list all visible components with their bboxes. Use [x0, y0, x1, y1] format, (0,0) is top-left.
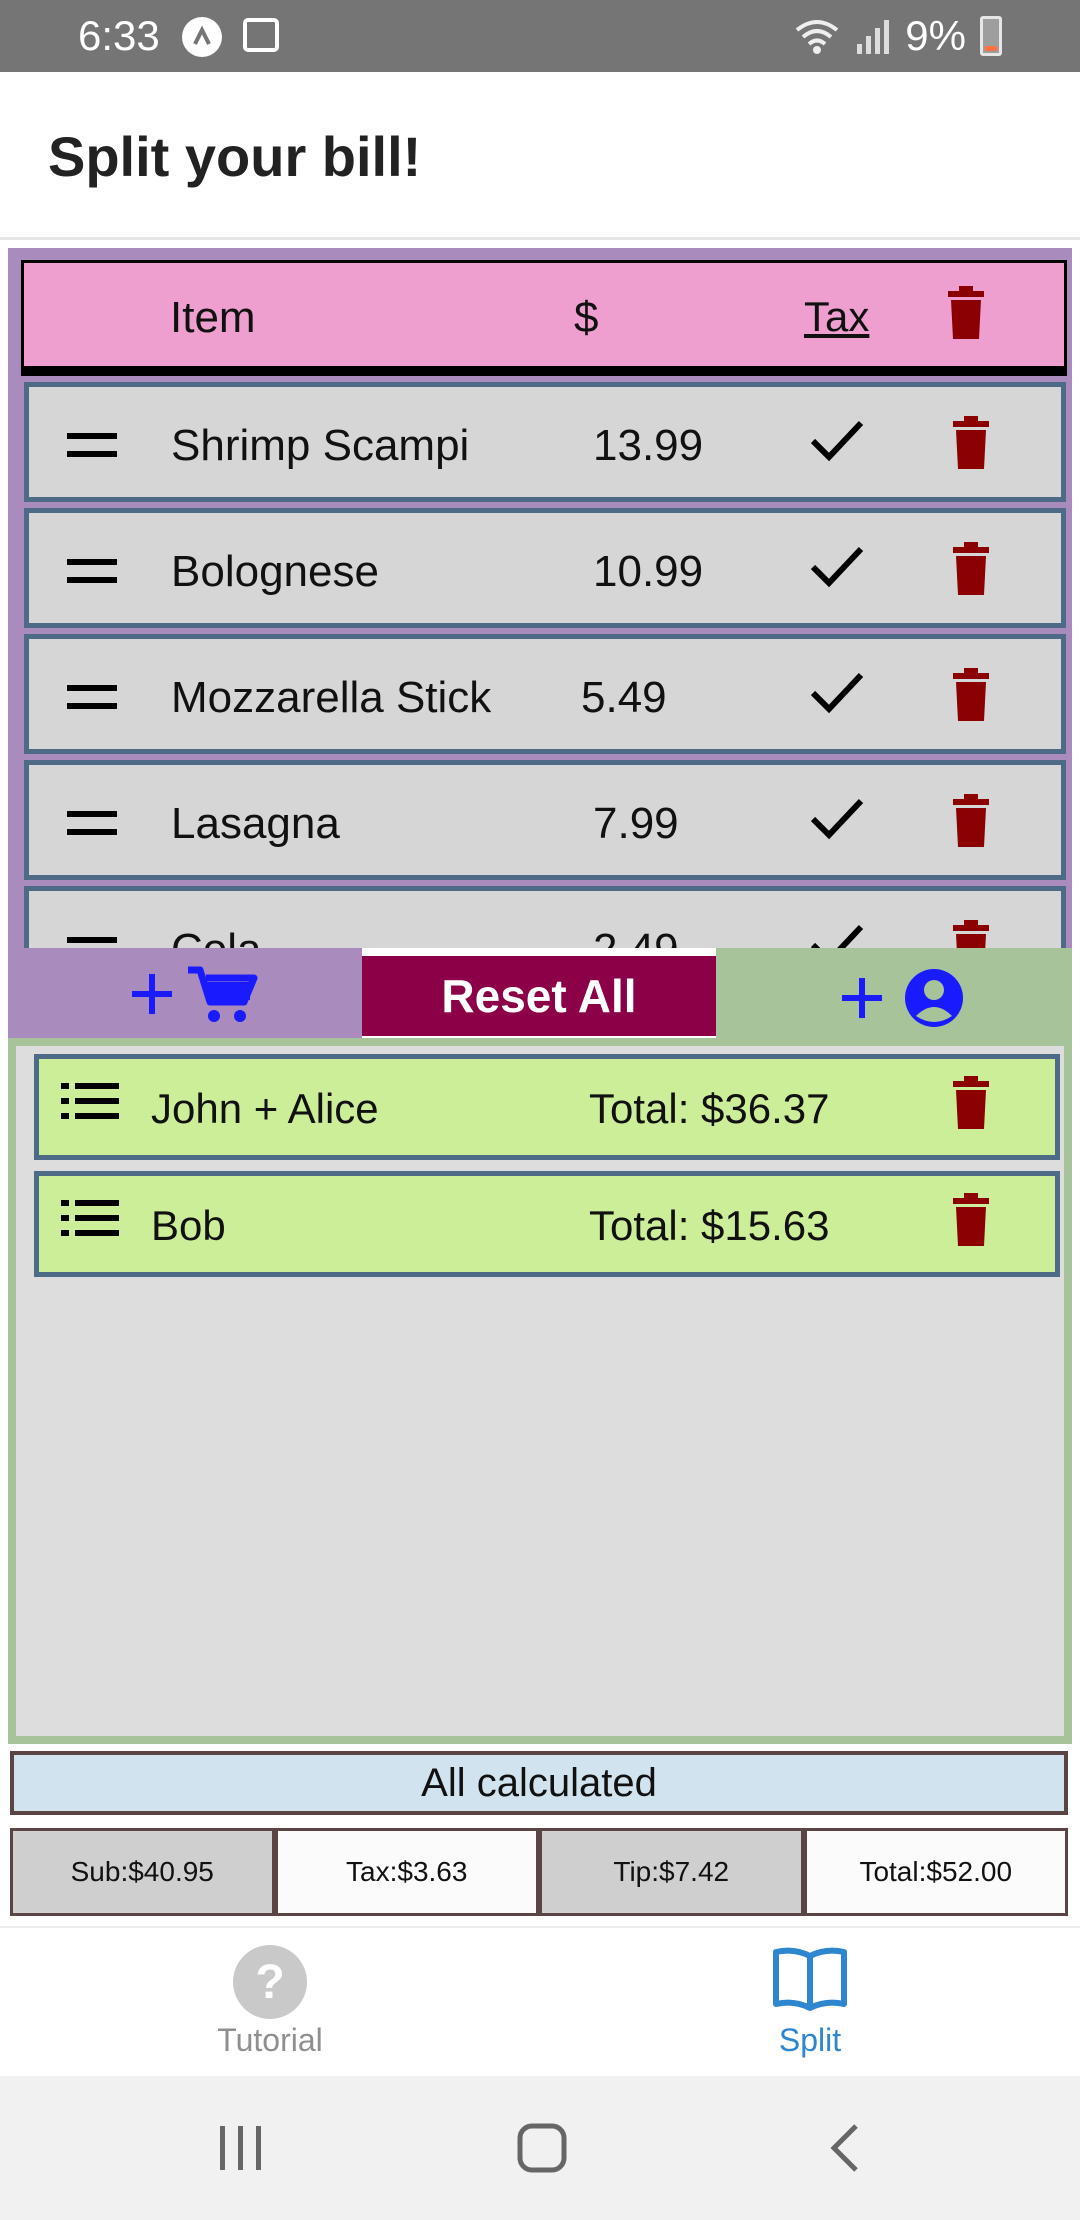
help-circle-icon: ?	[232, 1944, 308, 2025]
status-time: 6:33	[78, 12, 160, 59]
people-list-body[interactable]: John + Alice Total: $36.37 Bob Total: $1…	[16, 1046, 1064, 1736]
delete-item-icon[interactable]	[949, 793, 993, 854]
delete-item-icon[interactable]	[949, 541, 993, 602]
add-person-icon	[842, 969, 963, 1027]
action-bar: Reset All	[8, 948, 1072, 1038]
app-notification-icon	[182, 17, 222, 57]
person-name: John + Alice	[151, 1085, 379, 1132]
tip-value[interactable]: Tip:$7.42	[539, 1828, 804, 1916]
recent-apps-icon[interactable]	[216, 2122, 266, 2179]
book-icon	[772, 1944, 848, 2019]
drag-handle-icon[interactable]	[67, 937, 117, 948]
drag-handle-icon[interactable]	[67, 685, 117, 709]
person-total: Total: $15.63	[589, 1202, 830, 1249]
tax-check-icon[interactable]	[809, 669, 865, 722]
tab-label: Tutorial	[217, 2022, 323, 2058]
delete-person-icon[interactable]	[949, 1075, 993, 1136]
status-bar: 6:33 9%	[0, 0, 1080, 72]
person-row[interactable]: John + Alice Total: $36.37	[34, 1054, 1060, 1160]
tax-value[interactable]: Tax:$3.63	[274, 1828, 539, 1916]
add-item-button[interactable]	[126, 962, 266, 1031]
delete-all-items-icon[interactable]	[944, 285, 988, 346]
delete-item-icon[interactable]	[949, 415, 993, 476]
header-price: $	[574, 293, 599, 342]
bottom-tab-bar: ? Tutorial Split	[0, 1926, 1080, 2076]
system-nav-bar	[0, 2076, 1080, 2220]
calculation-status: All calculated	[10, 1751, 1068, 1815]
svg-text:?: ?	[255, 1956, 284, 2009]
subtotal-value[interactable]: Sub:$40.95	[10, 1828, 275, 1916]
item-row[interactable]: Bolognese 10.99	[24, 508, 1066, 628]
app-header: Split your bill!	[0, 72, 1080, 240]
image-notification-icon	[243, 18, 279, 52]
item-name: Mozzarella Stick	[171, 673, 492, 722]
tab-tutorial[interactable]: ? Tutorial	[120, 1938, 420, 2068]
person-name: Bob	[151, 1202, 226, 1249]
item-name: Cola	[171, 925, 262, 948]
drag-handle-icon[interactable]	[67, 559, 117, 583]
item-name: Shrimp Scampi	[171, 421, 470, 470]
delete-item-icon[interactable]	[949, 919, 993, 948]
item-name: Lasagna	[171, 799, 340, 848]
item-price: 10.99	[593, 547, 704, 596]
grand-total-value[interactable]: Total:$52.00	[803, 1828, 1068, 1916]
item-price: 13.99	[593, 421, 704, 470]
item-row[interactable]: Shrimp Scampi 13.99	[24, 382, 1066, 502]
person-total: Total: $36.37	[589, 1085, 830, 1132]
tax-check-icon[interactable]	[809, 795, 865, 848]
add-cart-icon	[132, 966, 258, 1022]
items-list[interactable]: Item $ Tax Shrimp Scampi 13.99 Bolognese…	[8, 248, 1072, 948]
tax-check-icon[interactable]	[809, 921, 865, 948]
tab-split[interactable]: Split	[660, 1938, 960, 2068]
tax-check-icon[interactable]	[809, 543, 865, 596]
header-item: Item	[170, 293, 256, 342]
person-row[interactable]: Bob Total: $15.63	[34, 1171, 1060, 1277]
items-header: Item $ Tax	[21, 260, 1067, 376]
drag-handle-icon[interactable]	[67, 433, 117, 457]
item-price: 7.99	[593, 799, 679, 848]
people-list: John + Alice Total: $36.37 Bob Total: $1…	[8, 1038, 1072, 1744]
wifi-icon	[796, 20, 839, 54]
delete-person-icon[interactable]	[949, 1192, 993, 1253]
reset-all-button[interactable]: Reset All	[362, 956, 716, 1036]
item-row[interactable]: Cola 2.49	[24, 886, 1066, 948]
tax-check-icon[interactable]	[809, 417, 865, 470]
back-icon[interactable]	[826, 2122, 866, 2179]
item-row[interactable]: Lasagna 7.99	[24, 760, 1066, 880]
delete-item-icon[interactable]	[949, 667, 993, 728]
tab-label: Split	[778, 2022, 842, 2058]
list-icon[interactable]	[61, 1198, 119, 1243]
battery-percent: 9%	[905, 12, 966, 59]
list-icon[interactable]	[61, 1081, 119, 1126]
item-name: Bolognese	[171, 547, 379, 596]
item-price: 5.49	[581, 673, 667, 722]
signal-icon	[857, 20, 890, 54]
item-price: 2.49	[593, 925, 679, 948]
home-icon[interactable]	[516, 2122, 568, 2179]
totals-bar: Sub:$40.95 Tax:$3.63 Tip:$7.42 Total:$52…	[10, 1828, 1068, 1916]
add-person-button[interactable]	[838, 968, 968, 1037]
header-tax-toggle[interactable]: Tax	[804, 293, 869, 341]
item-row[interactable]: Mozzarella Stick 5.49	[24, 634, 1066, 754]
drag-handle-icon[interactable]	[67, 811, 117, 835]
battery-icon	[980, 16, 1002, 56]
page-title: Split your bill!	[48, 125, 422, 188]
